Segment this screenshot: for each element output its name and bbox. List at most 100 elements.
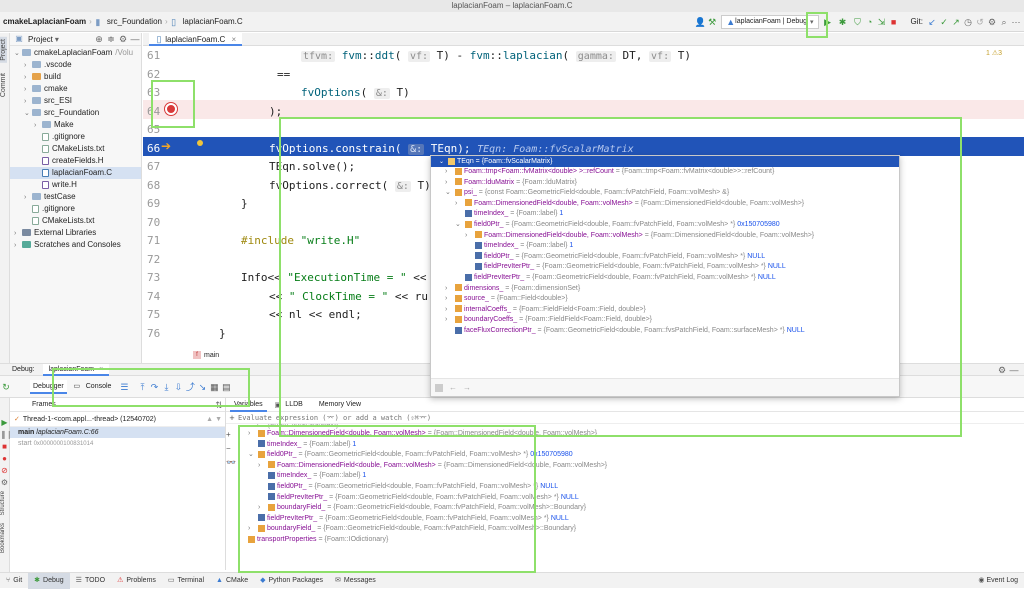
chevron-right-icon[interactable]: › <box>445 294 453 305</box>
bottom-tab-git[interactable]: ⑂ Git <box>0 573 28 589</box>
tree-item[interactable]: createFields.H <box>10 155 141 167</box>
locate-icon[interactable]: ⊕ <box>93 33 105 45</box>
chevron-right-icon[interactable]: › <box>445 178 453 189</box>
resume-icon[interactable]: ▶ <box>0 418 9 427</box>
breadcrumb-file[interactable]: laplacianFoam.C <box>180 17 246 26</box>
project-title[interactable]: Project <box>28 33 53 46</box>
frames-toggle-icon[interactable]: ⇅ <box>213 399 225 411</box>
history-icon[interactable]: ◷ <box>962 16 974 28</box>
new-watch-icon[interactable]: + <box>226 430 238 444</box>
console-tab[interactable]: Console <box>83 383 115 390</box>
bottom-tab-terminal[interactable]: ▭ Terminal <box>162 573 210 589</box>
line-number[interactable]: 75 <box>143 306 203 325</box>
value-row[interactable]: fieldPrevIterPtr_ = {Foam::GeometricFiel… <box>431 273 899 284</box>
breadcrumb-project[interactable]: cmakeLaplacianFoam <box>0 17 89 26</box>
step-out-icon[interactable]: ⤴ <box>184 381 196 393</box>
line-number[interactable]: 65 <box>143 121 203 140</box>
view-breakpoints-icon[interactable]: ● <box>0 454 9 463</box>
hide-debug-icon[interactable]: — <box>1008 364 1020 376</box>
build-hammer-icon[interactable]: ⚒ <box>706 16 718 28</box>
git-update-icon[interactable]: ↙ <box>926 16 938 28</box>
rerun-icon[interactable]: ↻ <box>0 381 12 393</box>
run-to-cursor-icon[interactable]: ↘ <box>196 381 208 393</box>
breakpoint-icon[interactable] <box>165 103 177 115</box>
attach-icon[interactable]: ⇲ <box>876 16 888 28</box>
add-watch-icon[interactable]: + <box>226 412 238 424</box>
value-row[interactable]: › boundaryField_ = {Foam::GeometricField<… <box>226 503 1024 514</box>
search-icon[interactable]: ⌕ <box>998 16 1010 28</box>
chevron-right-icon[interactable]: › <box>238 535 246 546</box>
git-push-icon[interactable]: ↗ <box>950 16 962 28</box>
value-row[interactable]: › boundaryCoeffs_ = {Foam::FieldField<Foa… <box>431 315 899 326</box>
value-row[interactable]: › Foam::DimensionedField<double, Foam::vo… <box>226 461 1024 472</box>
chevron-down-icon[interactable]: ⌄ <box>455 220 463 231</box>
thread-select[interactable]: ✓ Thread-1-<com.appl...-thread> (1254070… <box>10 412 225 427</box>
debug-settings-strip-icon[interactable]: ⚙ <box>0 478 9 487</box>
bottom-tab-todo[interactable]: ☰ TODO <box>70 573 111 589</box>
bottom-tab-cmake[interactable]: ▲ CMake <box>210 573 254 589</box>
line-number[interactable]: 63 <box>143 84 203 103</box>
remove-watch-icon[interactable]: − <box>226 444 238 458</box>
rollback-icon[interactable]: ↺ <box>974 16 986 28</box>
debug-settings-icon[interactable]: ⚙ <box>996 364 1008 376</box>
value-row[interactable]: fieldPrevIterPtr_ = {Foam::GeometricFiel… <box>226 493 1024 504</box>
more-icon[interactable]: ⋯ <box>1010 16 1022 28</box>
step-over-icon[interactable]: ↷ <box>148 381 160 393</box>
close-session-icon[interactable]: × <box>99 366 103 373</box>
tab-variables[interactable]: Variables <box>230 398 267 412</box>
line-number[interactable]: 68 <box>143 177 203 196</box>
value-row[interactable]: › Foam::DimensionedField<double, Foam::vo… <box>431 231 899 242</box>
value-row[interactable]: fieldPrevIterPtr_ = {Foam::GeometricFiel… <box>226 514 1024 525</box>
chevron-right-icon[interactable]: › <box>14 240 22 252</box>
panel-settings-icon[interactable]: ⚙ <box>117 33 129 45</box>
value-row[interactable]: field0Ptr_ = {Foam::GeometricField<doubl… <box>226 482 1024 493</box>
chevron-right-icon[interactable]: › <box>248 524 256 535</box>
pin-icon[interactable] <box>435 383 443 392</box>
editor-tab[interactable]: ▯ laplacianFoam.C × <box>149 33 243 46</box>
force-step-into-icon[interactable]: ⇩ <box>172 381 184 393</box>
side-tab-structure[interactable]: Structure <box>0 489 6 517</box>
value-row[interactable]: › Foam::lduMatrix = {Foam::lduMatrix} <box>431 178 899 189</box>
chevron-right-icon[interactable]: › <box>258 503 266 514</box>
value-row[interactable]: timeIndex_ = {Foam::label} 1 <box>226 471 1024 482</box>
tree-item[interactable]: › testCase <box>10 191 141 203</box>
value-row[interactable]: ⌄ field0Ptr_ = {Foam::GeometricField<doub… <box>226 450 1024 461</box>
breadcrumb-folder[interactable]: src_Foundation <box>104 17 165 26</box>
layout-icon[interactable]: ☰ <box>118 381 130 393</box>
chevron-right-icon[interactable]: › <box>248 429 256 440</box>
line-number[interactable]: 74 <box>143 288 203 307</box>
tree-item[interactable]: CMakeLists.txt <box>10 143 141 155</box>
value-row[interactable]: ⌄ field0Ptr_ = {Foam::GeometricField<doub… <box>431 220 899 231</box>
line-number[interactable]: 76 <box>143 325 203 344</box>
value-row[interactable]: ⌄ psi_ = {const Foam::GeometricField<doub… <box>431 188 899 199</box>
bottom-tab-problems[interactable]: ⚠ Problems <box>111 573 162 589</box>
tree-item[interactable]: ⌄ cmakeLaplacianFoam/Volu <box>10 47 141 59</box>
tree-item[interactable]: › src_ESI <box>10 95 141 107</box>
pause-icon[interactable]: ❚❚ <box>0 430 13 439</box>
value-row[interactable]: timeIndex_ = {Foam::label} 1 <box>226 440 1024 451</box>
chevron-down-icon[interactable]: ⌄ <box>445 188 453 199</box>
hide-panel-icon[interactable]: — <box>129 33 141 45</box>
line-number[interactable]: 67 <box>143 158 203 177</box>
popup-header[interactable]: ⌄ TEqn = {Foam::fvScalarMatrix} <box>431 156 899 167</box>
bottom-tab-debug[interactable]: ✱ Debug <box>28 572 70 589</box>
collapse-icon[interactable]: ≑ <box>105 33 117 45</box>
value-row[interactable]: faceFluxCorrectionPtr_ = {Foam::Geometri… <box>431 326 899 337</box>
line-number[interactable]: 73 <box>143 269 203 288</box>
bottom-tab-messages[interactable]: ✉ Messages <box>329 573 382 589</box>
step-into-icon[interactable]: ⤓ <box>160 381 172 393</box>
bottom-tab-python-packages[interactable]: ◆ Python Packages <box>254 573 329 589</box>
evaluate-icon[interactable]: ▦ <box>208 381 220 393</box>
memory-icon[interactable]: ▤ <box>220 381 232 393</box>
frame-row[interactable]: start 0x0000000100831014 <box>10 438 225 449</box>
close-tab-icon[interactable]: × <box>232 35 237 44</box>
tree-item[interactable]: .gitignore <box>10 203 141 215</box>
tree-item[interactable]: › External Libraries <box>10 227 141 239</box>
line-number[interactable]: 70 <box>143 214 203 233</box>
tree-item[interactable]: CMakeLists.txt <box>10 215 141 227</box>
git-commit-icon[interactable]: ✓ <box>938 16 950 28</box>
tree-item[interactable]: › Scratches and Consoles <box>10 239 141 251</box>
tree-item[interactable]: › build <box>10 71 141 83</box>
value-row[interactable]: timeIndex_ = {Foam::label} 1 <box>431 241 899 252</box>
tab-lldb[interactable]: LLDB <box>281 401 307 408</box>
